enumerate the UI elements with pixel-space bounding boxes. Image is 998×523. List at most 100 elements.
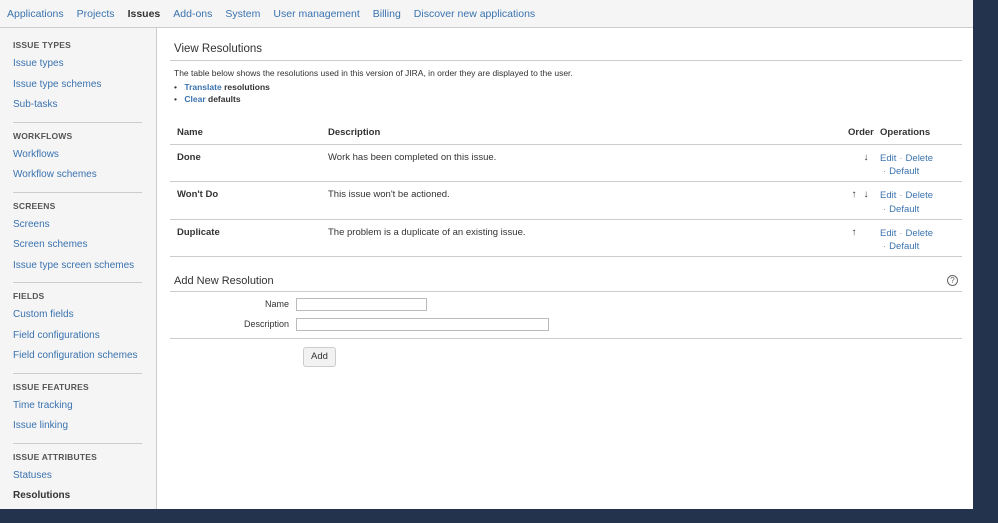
sidebar-heading: SCREENS [13,200,56,211]
sidebar-section-issue-types: ISSUE TYPES Issue types Issue type schemes… [13,40,142,123]
resolutions-table: Name Description Order Operations Done Wo… [170,121,962,257]
ops-separator: · [899,152,903,164]
move-up-icon[interactable]: ↑ [848,227,860,238]
sidebar-item-statuses[interactable]: Statuses [13,469,142,490]
order-cell: ↓ [840,144,880,182]
intro-text-block: The table below shows the resolutions us… [170,68,962,105]
default-link[interactable]: Default [889,204,919,215]
edit-link[interactable]: Edit [880,190,896,201]
order-cell: ↑ [840,219,880,257]
topnav-billing[interactable]: Billing [373,8,401,20]
sidebar-item-issue-type-schemes[interactable]: Issue type schemes [13,78,142,99]
name-field-row: Name [170,294,962,314]
name-field-label: Name [264,299,289,309]
move-up-icon[interactable]: ↑ [848,189,860,200]
sidebar-item-time-tracking[interactable]: Time tracking [13,399,142,420]
ops-separator: · [883,241,887,252]
clear-link-item: Clear defaults [174,93,962,105]
sidebar-item-resolutions[interactable]: Resolutions [13,489,142,509]
sidebar-section-screens: SCREENS Screens Screen schemes Issue type s… [13,200,142,283]
table-row: Done Work has been completed on this issu… [170,144,962,182]
sidebar-item-screen-schemes[interactable]: Screen schemes [13,238,142,259]
sidebar-item-workflow-schemes[interactable]: Workflow schemes [13,168,142,189]
order-cell: ↑ ↓ [840,181,880,220]
table-row: Duplicate The problem is a duplicate of a… [170,219,962,257]
ops-separator: · [899,227,903,239]
sidebar-section-fields: FIELDS Custom fields Field configurations F… [13,291,142,374]
intro-links: Translate resolutions Clear defaults [174,81,962,105]
resolution-description: The problem is a duplicate of an existin… [328,219,840,257]
ops-separator: · [883,166,887,177]
move-down-icon[interactable]: ↓ [860,152,872,163]
add-resolution-heading: Add New Resolution ? [170,275,962,292]
topnav-add-ons[interactable]: Add-ons [173,8,212,20]
column-header-description: Description [328,121,840,145]
ops-separator: · [883,203,887,215]
sidebar-heading: ISSUE TYPES [13,40,71,50]
sidebar-item-field-configurations[interactable]: Field configurations [13,329,142,350]
app-frame: Applications Projects Issues Add-ons System U… [0,0,973,509]
form-actions: Add [170,339,962,367]
sidebar-item-custom-fields[interactable]: Custom fields [13,308,142,329]
resolution-name: Done [170,144,328,182]
add-resolution-form: Name Description [170,292,962,339]
delete-link[interactable]: Delete [906,190,933,201]
operations-cell: Edit · Delete · Default [880,144,962,182]
topnav-projects[interactable]: Projects [77,8,115,20]
description-field-row: Description [170,314,962,334]
translate-link-item: Translate resolutions [174,81,962,93]
help-icon[interactable]: ? [947,275,958,286]
resolution-name: Duplicate [170,219,328,257]
default-link[interactable]: Default [889,241,919,252]
sidebar-item-workflows[interactable]: Workflows [13,148,142,169]
sidebar-heading: ISSUE FEATURES [13,381,89,392]
name-field[interactable] [296,297,427,311]
operations-cell: Edit · Delete · Default [880,219,962,257]
sidebar-heading: WORKFLOWS [13,130,73,141]
resolution-description: Work has been completed on this issue. [328,144,840,182]
table-header-row: Name Description Order Operations [170,121,962,145]
topnav-applications[interactable]: Applications [7,8,64,20]
topnav-system[interactable]: System [225,8,260,20]
table-row: Won't Do This issue won't be actioned. ↑ ↓ E… [170,181,962,220]
column-header-name: Name [170,121,328,145]
column-header-operations: Operations [880,121,962,145]
description-field[interactable] [296,317,549,331]
topnav-issues[interactable]: Issues [128,8,161,20]
operations-cell: Edit · Delete · Default [880,181,962,220]
sidebar-item-screens[interactable]: Screens [13,218,142,239]
clear-link-suffix: defaults [208,94,241,104]
main-content: View Resolutions The table below shows t… [170,28,962,509]
add-resolution-title: Add New Resolution [174,275,274,287]
clear-defaults-link[interactable]: Clear [184,94,205,104]
sidebar-section-workflows: WORKFLOWS Workflows Workflow schemes [13,131,142,193]
edit-link[interactable]: Edit [880,153,896,164]
admin-sidebar: ISSUE TYPES Issue types Issue type schemes… [0,28,157,509]
delete-link[interactable]: Delete [906,228,933,239]
page-title: View Resolutions [170,43,962,61]
sidebar-item-issue-types[interactable]: Issue types [13,57,142,78]
sidebar-item-issue-type-screen-schemes[interactable]: Issue type screen schemes [13,259,142,280]
move-down-icon[interactable]: ↓ [860,189,872,200]
sidebar-section-issue-attributes: ISSUE ATTRIBUTES Statuses Resolutions [13,452,142,510]
translate-link[interactable]: Translate [184,82,221,92]
topnav-user-management[interactable]: User management [273,8,359,20]
sidebar-section-issue-features: ISSUE FEATURES Time tracking Issue linking [13,382,142,444]
sidebar-heading: ISSUE ATTRIBUTES [13,451,97,462]
edit-link[interactable]: Edit [880,228,896,239]
sidebar-item-field-configuration-schemes[interactable]: Field configuration schemes [13,349,142,370]
resolution-name: Won't Do [170,181,328,220]
description-field-label: Description [243,319,289,329]
translate-link-suffix: resolutions [224,82,270,92]
sidebar-item-issue-linking[interactable]: Issue linking [13,419,142,440]
topnav-discover-new-applications[interactable]: Discover new applications [414,8,535,20]
column-header-order: Order [840,121,880,145]
delete-link[interactable]: Delete [906,153,933,164]
ops-separator: · [899,190,903,201]
sidebar-item-sub-tasks[interactable]: Sub-tasks [13,98,142,119]
sidebar-heading: FIELDS [13,291,45,301]
default-link[interactable]: Default [889,166,919,177]
intro-description: The table below shows the resolutions us… [174,68,573,78]
admin-top-nav: Applications Projects Issues Add-ons System U… [0,0,973,28]
add-button[interactable]: Add [303,347,336,367]
